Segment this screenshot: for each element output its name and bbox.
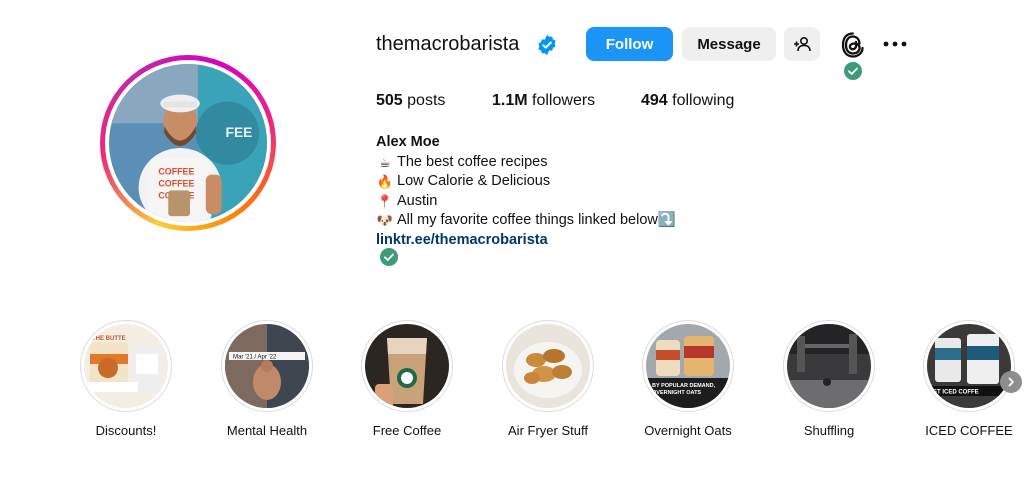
threads-verified-check-icon <box>844 62 862 80</box>
dog-emoji-icon: 🐶 <box>376 213 394 228</box>
highlight-label: Shuffling <box>803 423 855 438</box>
highlight-label: Free Coffee <box>372 423 442 438</box>
highlight-cover: Mar '21 / Apr '22 <box>225 324 309 408</box>
bio-line-text: All my favorite coffee things linked bel… <box>397 212 676 228</box>
bio-link[interactable]: linktr.ee/themacrobarista <box>376 231 548 251</box>
add-user-icon <box>794 36 811 52</box>
highlight-free-coffee[interactable]: Free Coffee <box>347 320 467 438</box>
followers-label: followers <box>532 92 596 109</box>
bio-line: 📍 Austin <box>376 192 676 212</box>
posts-label: posts <box>407 92 446 109</box>
posts-count: 505 <box>376 92 403 109</box>
highlight-mental-health[interactable]: Mar '21 / Apr '22 Mental Health <box>207 320 327 438</box>
highlight-air-fryer-stuff[interactable]: Air Fryer Stuff <box>488 320 608 438</box>
svg-text:OVERNIGHT OATS: OVERNIGHT OATS <box>652 390 701 396</box>
highlight-label: Discounts! <box>95 423 157 438</box>
svg-text:THE BUTTE: THE BUTTE <box>92 336 126 342</box>
more-options-icon[interactable] <box>881 35 909 53</box>
highlight-shuffling[interactable]: Shuffling <box>769 320 889 438</box>
svg-text:COFFEE: COFFEE <box>158 178 194 188</box>
bio-line: 🐶 All my favorite coffee things linked b… <box>376 211 676 231</box>
highlight-ring: BY POPULAR DEMAND, OVERNIGHT OATS <box>642 320 734 412</box>
svg-text:ST ICED COFFE: ST ICED COFFE <box>933 390 979 396</box>
svg-text:COFFEE: COFFEE <box>158 167 194 177</box>
svg-text:FEE: FEE <box>226 124 253 140</box>
suggested-users-button[interactable] <box>784 27 820 61</box>
following-stat[interactable]: 494 following <box>641 92 734 110</box>
link-verified-check-icon <box>380 248 398 266</box>
bio-line: 🔥 Low Calorie & Delicious <box>376 172 676 192</box>
bio-name: Alex Moe <box>376 134 440 150</box>
bio-line-text: Austin <box>397 192 438 209</box>
highlight-label: Mental Health <box>226 423 308 438</box>
following-label: following <box>672 92 735 109</box>
svg-text:Mar '21 / Apr '22: Mar '21 / Apr '22 <box>233 355 277 361</box>
posts-stat: 505 posts <box>376 92 445 110</box>
threads-icon[interactable] <box>840 31 866 59</box>
highlight-cover: THE BUTTE <box>84 324 168 408</box>
follow-button[interactable]: Follow <box>586 27 673 61</box>
highlight-discounts[interactable]: THE BUTTE Discounts! <box>66 320 186 438</box>
followers-stat[interactable]: 1.1M followers <box>492 92 595 110</box>
profile-avatar: FEE COFFEE COFFEE COFFEE <box>109 64 267 222</box>
bio-line-text: Low Calorie & Delicious <box>397 173 551 189</box>
chevron-right-icon <box>1008 377 1014 387</box>
bio-line: ☕ The best coffee recipes <box>376 153 676 173</box>
highlight-cover: ST ICED COFFE <box>927 324 1011 408</box>
highlight-label: Overnight Oats <box>644 423 732 438</box>
profile-avatar-ring[interactable]: FEE COFFEE COFFEE COFFEE <box>100 55 276 231</box>
highlight-ring <box>783 320 875 412</box>
highlight-ring <box>361 320 453 412</box>
profile-username: themacrobarista <box>376 33 520 55</box>
highlight-cover: BY POPULAR DEMAND, OVERNIGHT OATS <box>646 324 730 408</box>
avatar-gap: FEE COFFEE COFFEE COFFEE <box>105 60 271 226</box>
highlights-next-button[interactable] <box>1000 371 1022 393</box>
followers-count: 1.1M <box>492 92 528 109</box>
pin-emoji-icon: 📍 <box>376 193 394 209</box>
fire-emoji-icon: 🔥 <box>376 174 394 189</box>
highlight-ring: THE BUTTE <box>80 320 172 412</box>
bio-line-text: The best coffee recipes <box>397 153 548 170</box>
verified-badge-icon <box>538 34 556 56</box>
highlight-cover <box>365 324 449 408</box>
highlight-cover <box>506 324 590 408</box>
svg-text:BY POPULAR DEMAND,: BY POPULAR DEMAND, <box>652 383 716 389</box>
highlight-cover <box>787 324 871 408</box>
highlight-overnight-oats[interactable]: BY POPULAR DEMAND, OVERNIGHT OATS Overni… <box>628 320 748 438</box>
highlight-ring: Mar '21 / Apr '22 <box>221 320 313 412</box>
following-count: 494 <box>641 92 668 109</box>
profile-bio: Alex Moe ☕ The best coffee recipes 🔥 Low… <box>376 133 676 250</box>
coffee-emoji-icon: ☕ <box>379 154 391 170</box>
highlight-ring <box>502 320 594 412</box>
highlight-label: Air Fryer Stuff <box>508 423 588 438</box>
highlight-ring: ST ICED COFFE <box>923 320 1015 412</box>
message-button[interactable]: Message <box>682 27 776 61</box>
highlight-label: ICED COFFEE <box>925 423 1013 438</box>
